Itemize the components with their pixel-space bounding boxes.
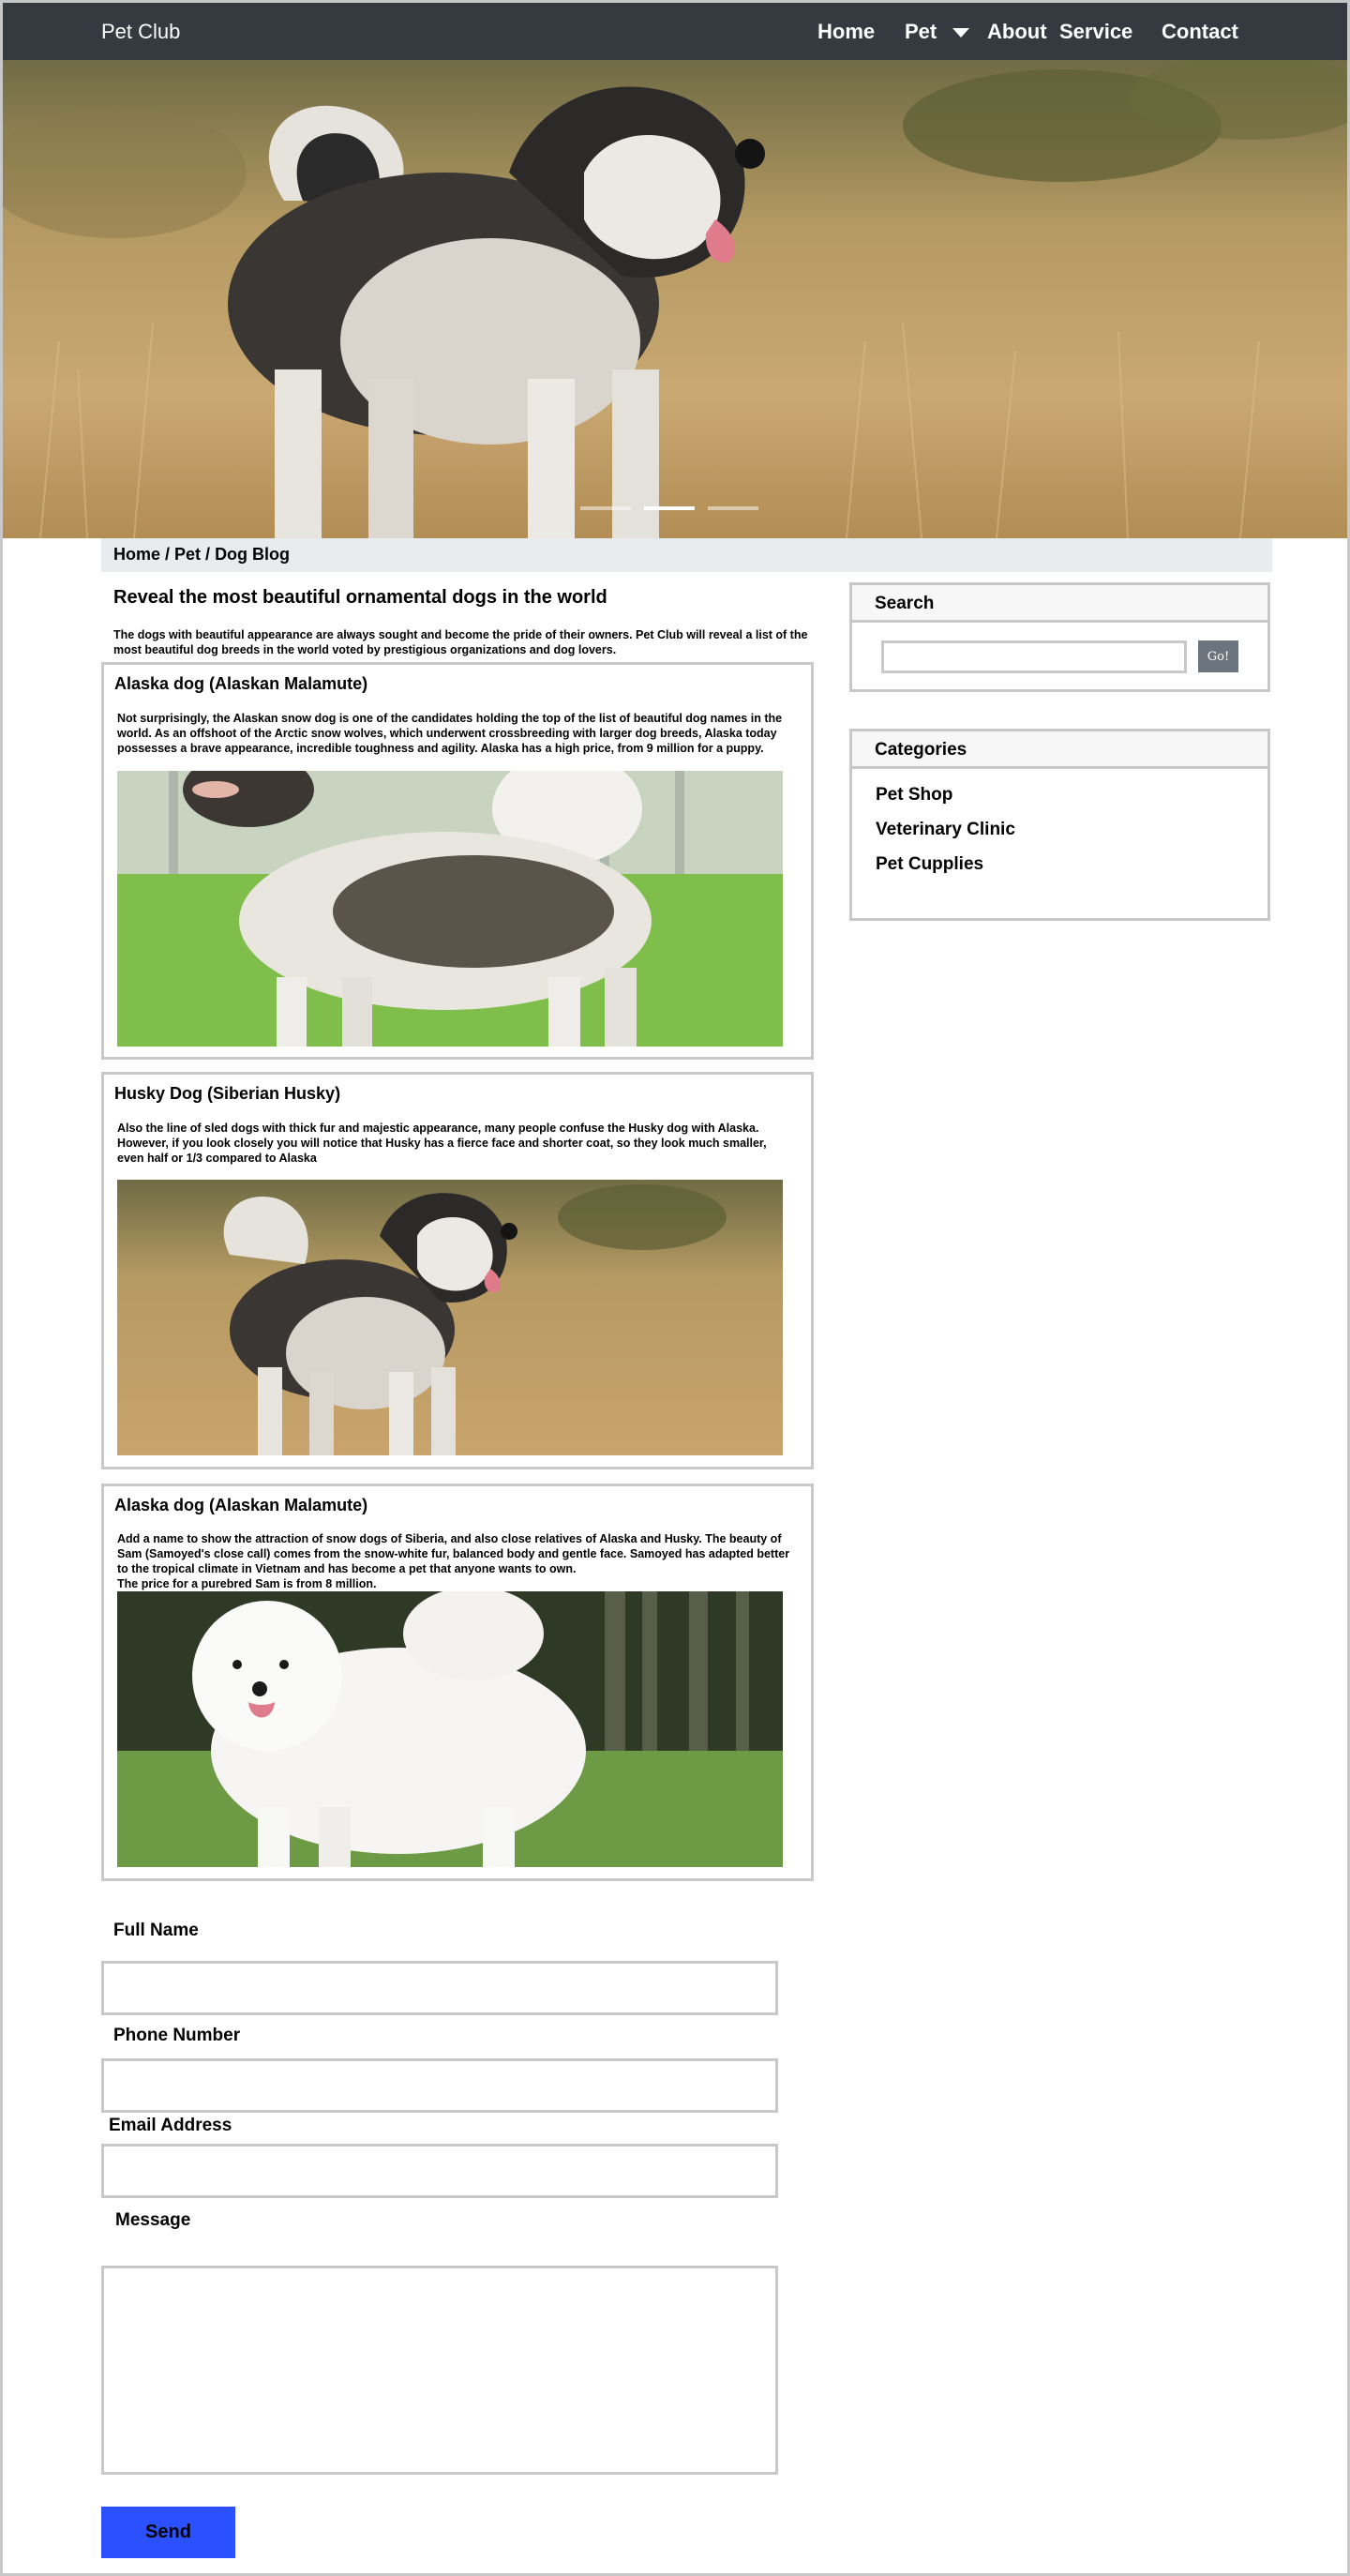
nav-contact[interactable]: Contact bbox=[1162, 20, 1238, 44]
carousel-indicator-1[interactable] bbox=[580, 506, 631, 510]
breadcrumb-home[interactable]: Home bbox=[113, 545, 160, 564]
categories-widget: Categories Pet Shop Veterinary Clinic Pe… bbox=[849, 729, 1270, 921]
search-widget: Search Go! bbox=[849, 582, 1270, 692]
full-name-label: Full Name bbox=[113, 1921, 199, 1940]
phone-number-label: Phone Number bbox=[113, 2026, 241, 2045]
nav-about[interactable]: About bbox=[987, 20, 1047, 44]
search-widget-title: Search bbox=[852, 585, 1268, 623]
blog-card-samoyed: Alaska dog (Alaskan Malamute) Add a name… bbox=[101, 1484, 814, 1881]
carousel-indicator-3[interactable] bbox=[708, 506, 758, 510]
card-text-line: The price for a purebred Sam is from 8 m… bbox=[117, 1577, 377, 1590]
category-pet-supplies[interactable]: Pet Cupplies bbox=[876, 854, 983, 875]
breadcrumb-pet[interactable]: Pet bbox=[174, 545, 201, 564]
breadcrumb-separator: / bbox=[201, 545, 216, 564]
phone-number-input[interactable] bbox=[101, 2058, 778, 2113]
search-input[interactable] bbox=[881, 640, 1187, 673]
breadcrumb-current: Dog Blog bbox=[215, 545, 291, 564]
categories-widget-title: Categories bbox=[852, 731, 1268, 769]
siberian-husky-image bbox=[117, 1180, 783, 1455]
blog-card-alaska: Alaska dog (Alaskan Malamute) Not surpri… bbox=[101, 662, 814, 1060]
page-title: Reveal the most beautiful ornamental dog… bbox=[113, 587, 608, 608]
nav-pet[interactable]: Pet bbox=[905, 20, 937, 44]
card-text-line: Add a name to show the attraction of sno… bbox=[117, 1532, 790, 1575]
carousel-indicator-2[interactable] bbox=[644, 506, 695, 510]
email-address-label: Email Address bbox=[109, 2116, 232, 2135]
card-title: Alaska dog (Alaskan Malamute) bbox=[114, 1496, 368, 1514]
brand-logo[interactable]: Pet Club bbox=[101, 20, 180, 44]
email-address-input[interactable] bbox=[101, 2144, 778, 2198]
category-pet-shop[interactable]: Pet Shop bbox=[876, 785, 952, 806]
breadcrumb: Home / Pet / Dog Blog bbox=[101, 538, 1272, 572]
chevron-down-icon[interactable] bbox=[952, 28, 969, 38]
send-button[interactable]: Send bbox=[101, 2507, 235, 2558]
nav-home[interactable]: Home bbox=[818, 20, 875, 44]
blog-card-husky: Husky Dog (Siberian Husky) Also the line… bbox=[101, 1072, 814, 1469]
samoyed-image bbox=[117, 1591, 783, 1867]
card-text: Not surprisingly, the Alaskan snow dog i… bbox=[117, 712, 783, 755]
carousel-indicators bbox=[3, 503, 1347, 512]
page-description: The dogs with beautiful appearance are a… bbox=[113, 628, 808, 656]
navbar: Pet Club Home Pet About Service Contact bbox=[3, 3, 1347, 60]
message-label: Message bbox=[115, 2210, 191, 2230]
hero-husky-image bbox=[3, 60, 1347, 538]
card-text: Add a name to show the attraction of sno… bbox=[117, 1531, 792, 1591]
card-title: Alaska dog (Alaskan Malamute) bbox=[114, 674, 368, 693]
breadcrumb-separator: / bbox=[160, 545, 175, 564]
nav-service[interactable]: Service bbox=[1059, 20, 1132, 44]
alaskan-malamute-image bbox=[117, 771, 783, 1047]
hero-carousel bbox=[3, 60, 1347, 538]
category-veterinary-clinic[interactable]: Veterinary Clinic bbox=[876, 820, 1015, 840]
full-name-input[interactable] bbox=[101, 1961, 778, 2015]
card-text: Also the line of sled dogs with thick fu… bbox=[117, 1122, 767, 1165]
message-textarea[interactable] bbox=[101, 2266, 778, 2475]
card-title: Husky Dog (Siberian Husky) bbox=[114, 1084, 341, 1103]
search-go-button[interactable]: Go! bbox=[1198, 640, 1238, 672]
